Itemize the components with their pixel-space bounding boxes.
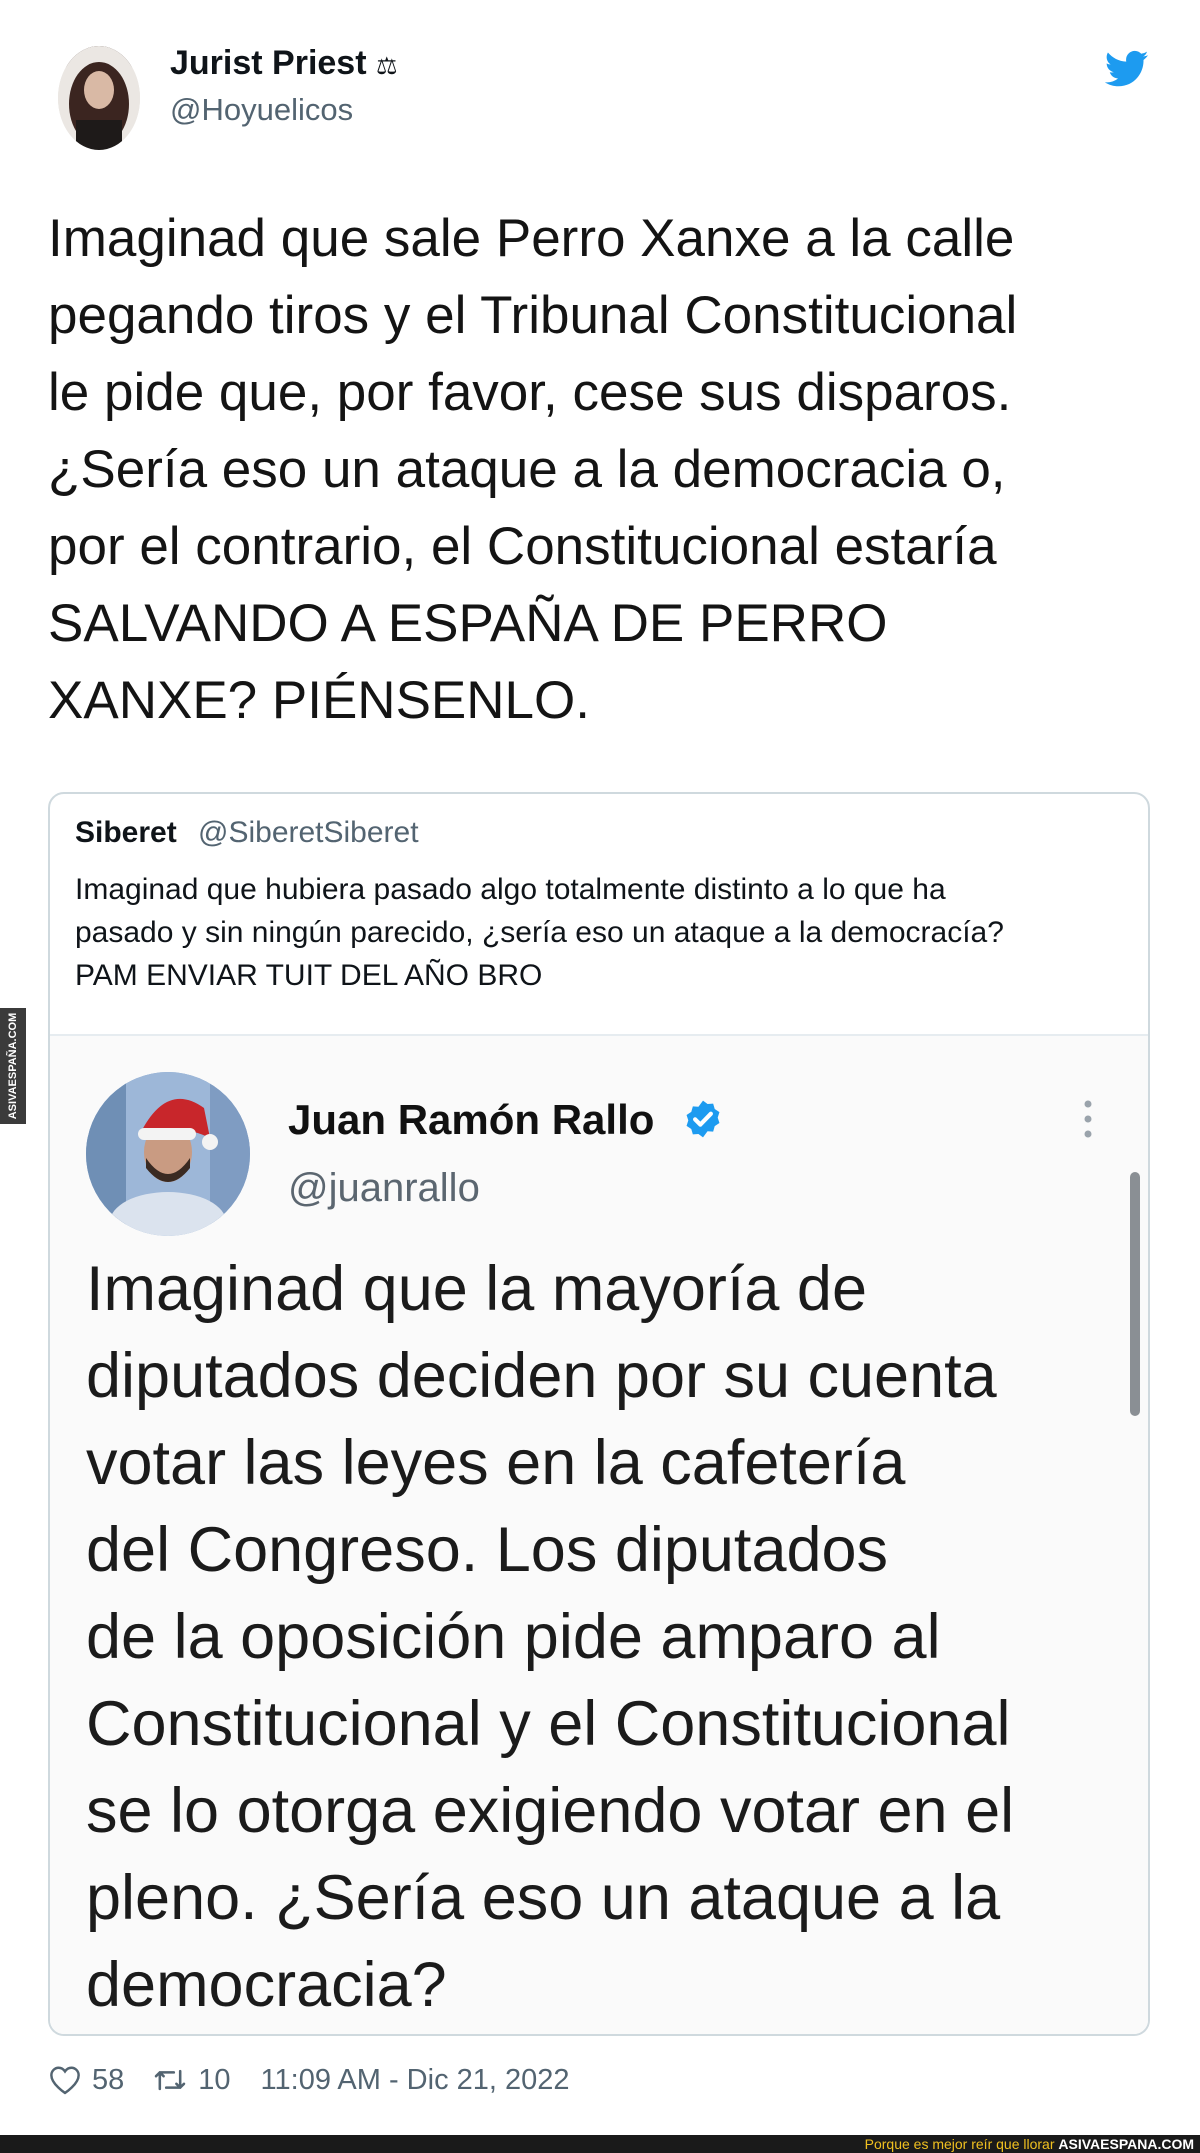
embedded-scrollbar bbox=[1130, 1172, 1140, 1416]
watermark-slogan: Porque es mejor reír que llorar bbox=[864, 2136, 1055, 2152]
retweet-count: 10 bbox=[198, 2063, 231, 2096]
retweet-button[interactable]: 10 bbox=[152, 2063, 231, 2097]
side-watermark-text: ASIVAESPAÑA.COM bbox=[7, 1012, 19, 1120]
scales-icon: ⚖ bbox=[375, 53, 398, 80]
watermark-site[interactable]: ASIVAESPANA.COM bbox=[1058, 2136, 1194, 2152]
twitter-bird-icon[interactable] bbox=[1105, 50, 1149, 88]
avatar-portrait-santa-hat bbox=[86, 1072, 250, 1236]
bottom-watermark: Porque es mejor reír que llorar ASIVAESP… bbox=[865, 2135, 1194, 2153]
embedded-author-avatar bbox=[86, 1072, 250, 1236]
tweet-footer: 58 10 11:09 AM - Dic 21, 2022 bbox=[48, 2062, 570, 2098]
avatar-portrait bbox=[58, 46, 140, 150]
author-name[interactable]: Jurist Priest ⚖ bbox=[170, 44, 398, 83]
author-handle[interactable]: @Hoyuelicos bbox=[170, 92, 353, 128]
verified-badge-icon bbox=[686, 1100, 720, 1138]
quoted-tweet-text: Imaginad que hubiera pasado algo totalme… bbox=[75, 873, 1004, 992]
like-button[interactable]: 58 bbox=[48, 2064, 124, 2097]
tweet-text: Imaginad que sale Perro Xanxe a la calle… bbox=[48, 209, 1018, 730]
quoted-author-name[interactable]: Siberet bbox=[75, 816, 177, 850]
tweet-timestamp[interactable]: 11:09 AM - Dic 21, 2022 bbox=[261, 2064, 570, 2097]
embedded-author-handle: @juanrallo bbox=[288, 1166, 480, 1210]
bottom-watermark-bar: Porque es mejor reír que llorar ASIVAESP… bbox=[0, 2135, 1200, 2153]
embedded-tweet-text: Imaginad que la mayoría de diputados dec… bbox=[86, 1254, 1015, 2020]
author-name-text: Jurist Priest bbox=[170, 44, 367, 82]
author-avatar[interactable] bbox=[58, 46, 140, 150]
more-vertical-icon bbox=[1084, 1100, 1092, 1138]
like-count: 58 bbox=[92, 2063, 125, 2096]
heart-icon bbox=[50, 2066, 80, 2095]
embedded-author-name: Juan Ramón Rallo bbox=[288, 1096, 655, 1143]
side-watermark: ASIVAESPAÑA.COM bbox=[0, 1008, 26, 1124]
quoted-author-handle[interactable]: @SiberetSiberet bbox=[198, 816, 419, 850]
retweet-icon bbox=[154, 2069, 186, 2091]
